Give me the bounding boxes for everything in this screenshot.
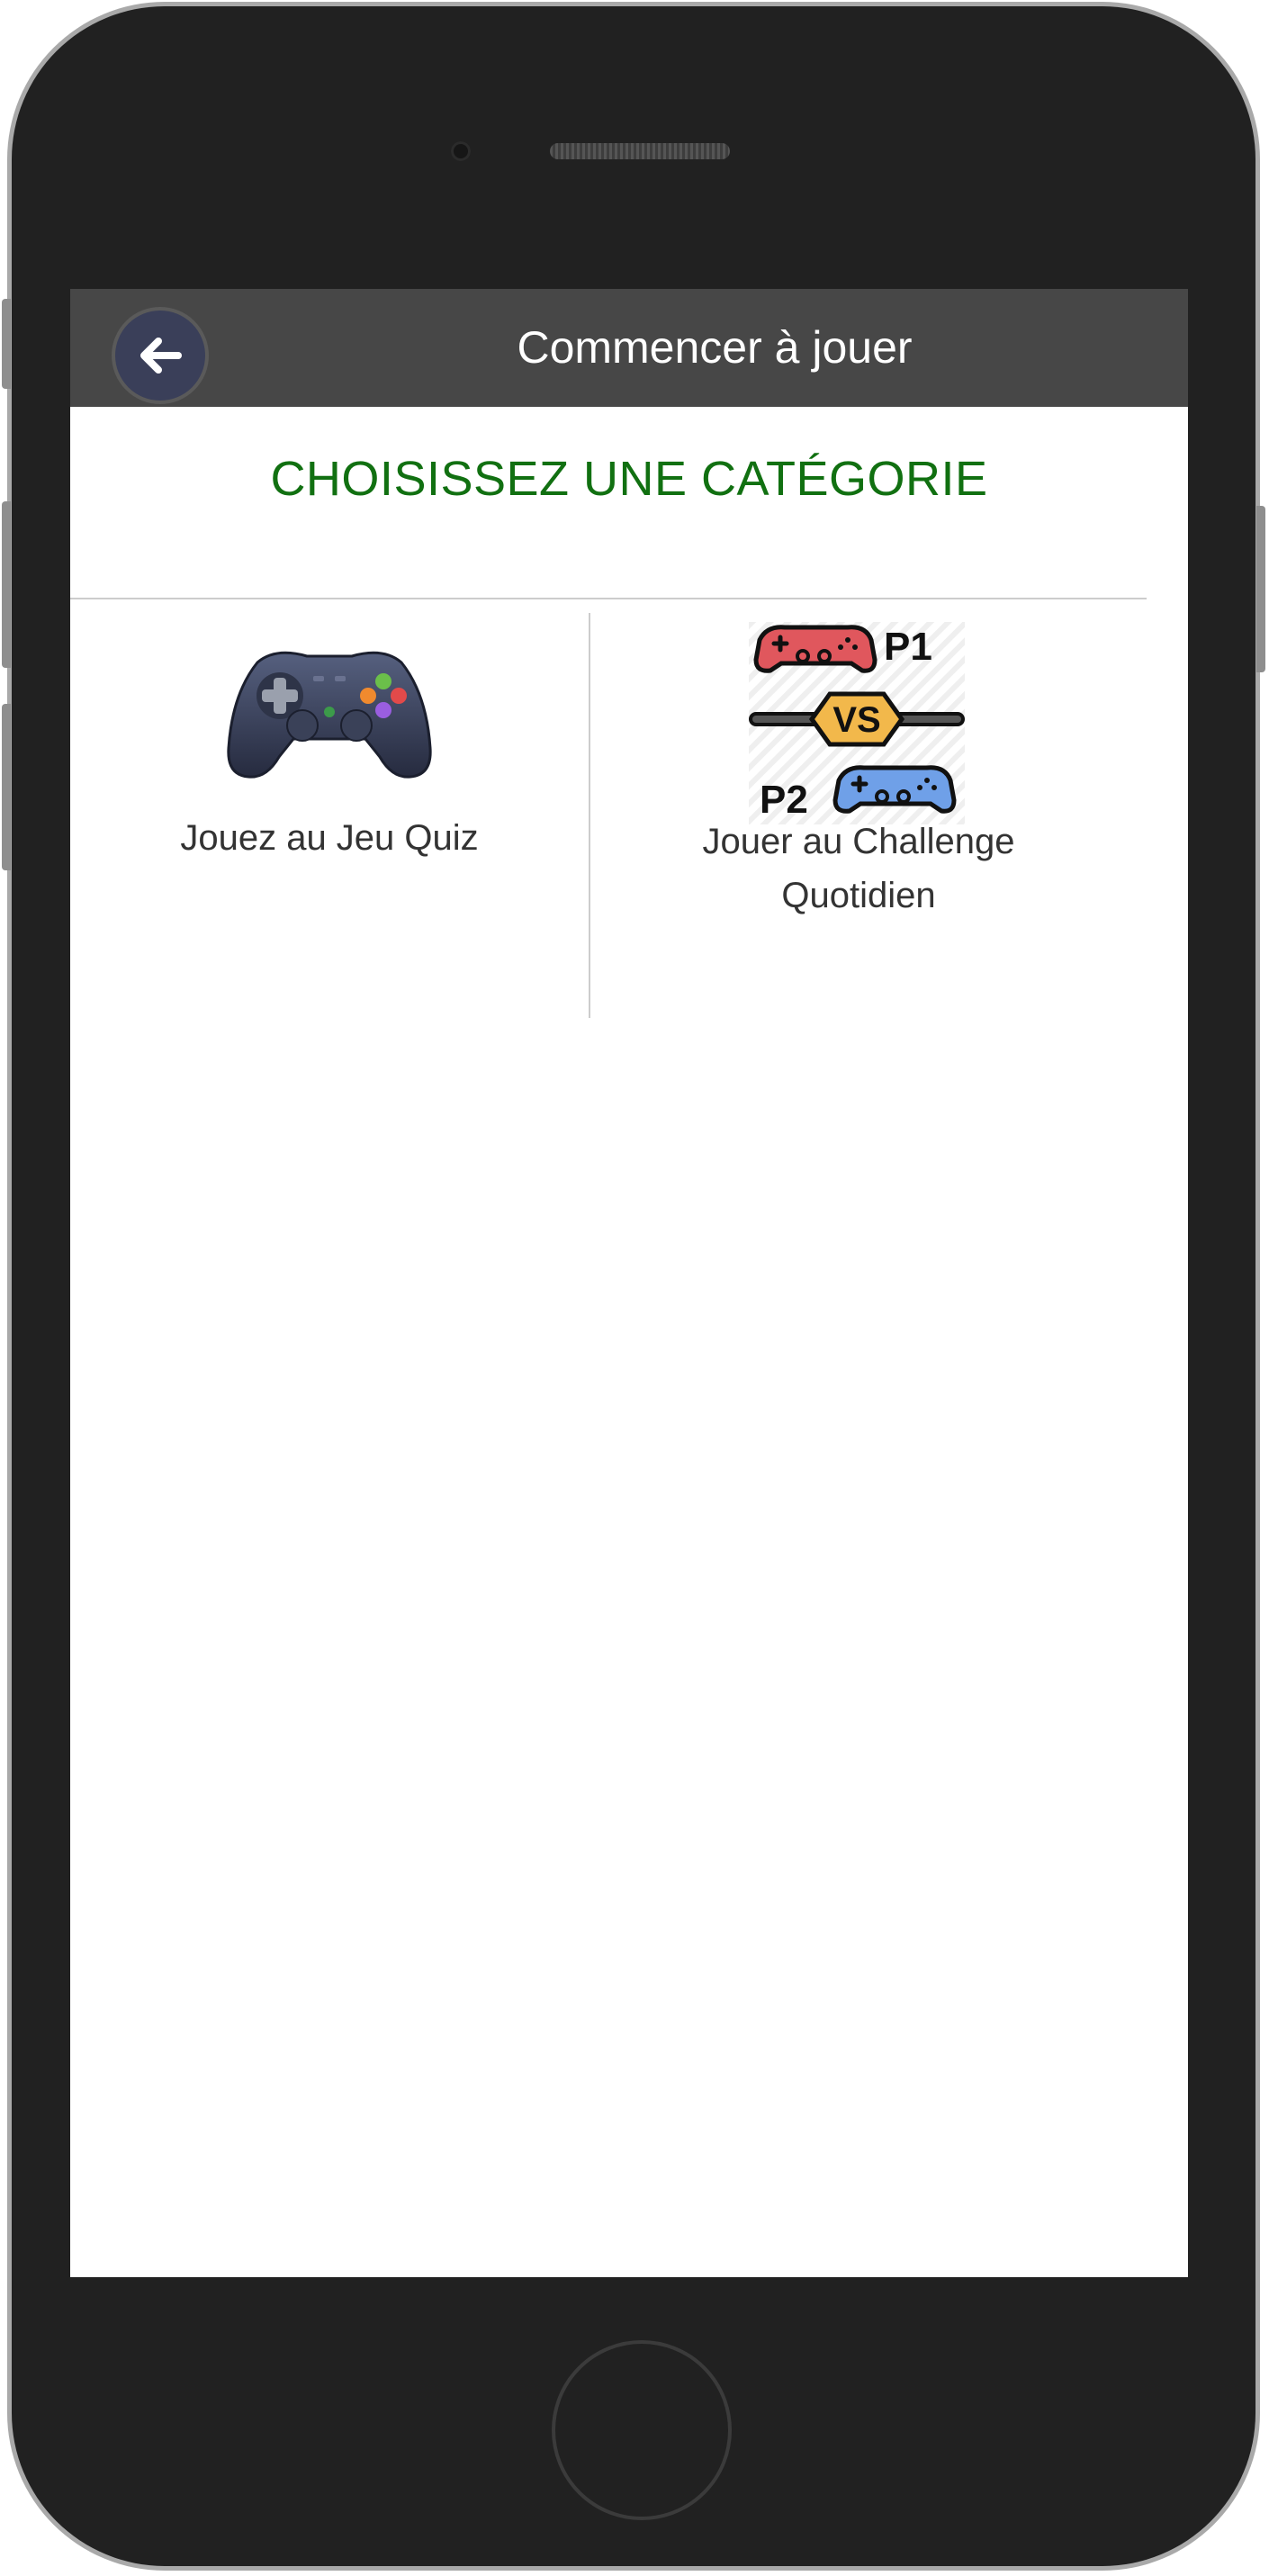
page-title: Commencer à jouer: [517, 322, 913, 373]
category-label-daily-challenge: Jouer au Challenge Quotidien: [702, 822, 1015, 915]
section-divider: [70, 598, 1147, 599]
volume-up-button: [2, 501, 11, 668]
category-card-daily-challenge[interactable]: P1 VS P2 Jouer au Challenge Quotidien: [590, 613, 1188, 923]
home-button[interactable]: [552, 2340, 732, 2520]
versus-controllers-icon: P1 VS P2: [749, 622, 965, 824]
player-one-badge: P1: [884, 625, 932, 669]
category-label-quiz: Jouez au Jeu Quiz: [180, 818, 479, 858]
category-card-quiz[interactable]: Jouez au Jeu Quiz: [70, 613, 589, 865]
volume-down-button: [2, 704, 11, 870]
front-camera: [451, 141, 471, 161]
app-header: Commencer à jouer: [70, 289, 1188, 407]
category-heading: CHOISISSEZ UNE CATÉGORIE: [270, 452, 988, 506]
earpiece-speaker: [550, 143, 730, 159]
gamepad-icon: [227, 651, 432, 779]
back-button[interactable]: [112, 307, 209, 404]
mute-switch: [2, 299, 11, 389]
app-screen: Commencer à jouer CHOISISSEZ UNE CATÉGOR…: [70, 289, 1188, 2277]
versus-badge: VS: [832, 700, 880, 740]
arrow-left-icon: [140, 338, 182, 374]
power-button: [1256, 506, 1265, 672]
